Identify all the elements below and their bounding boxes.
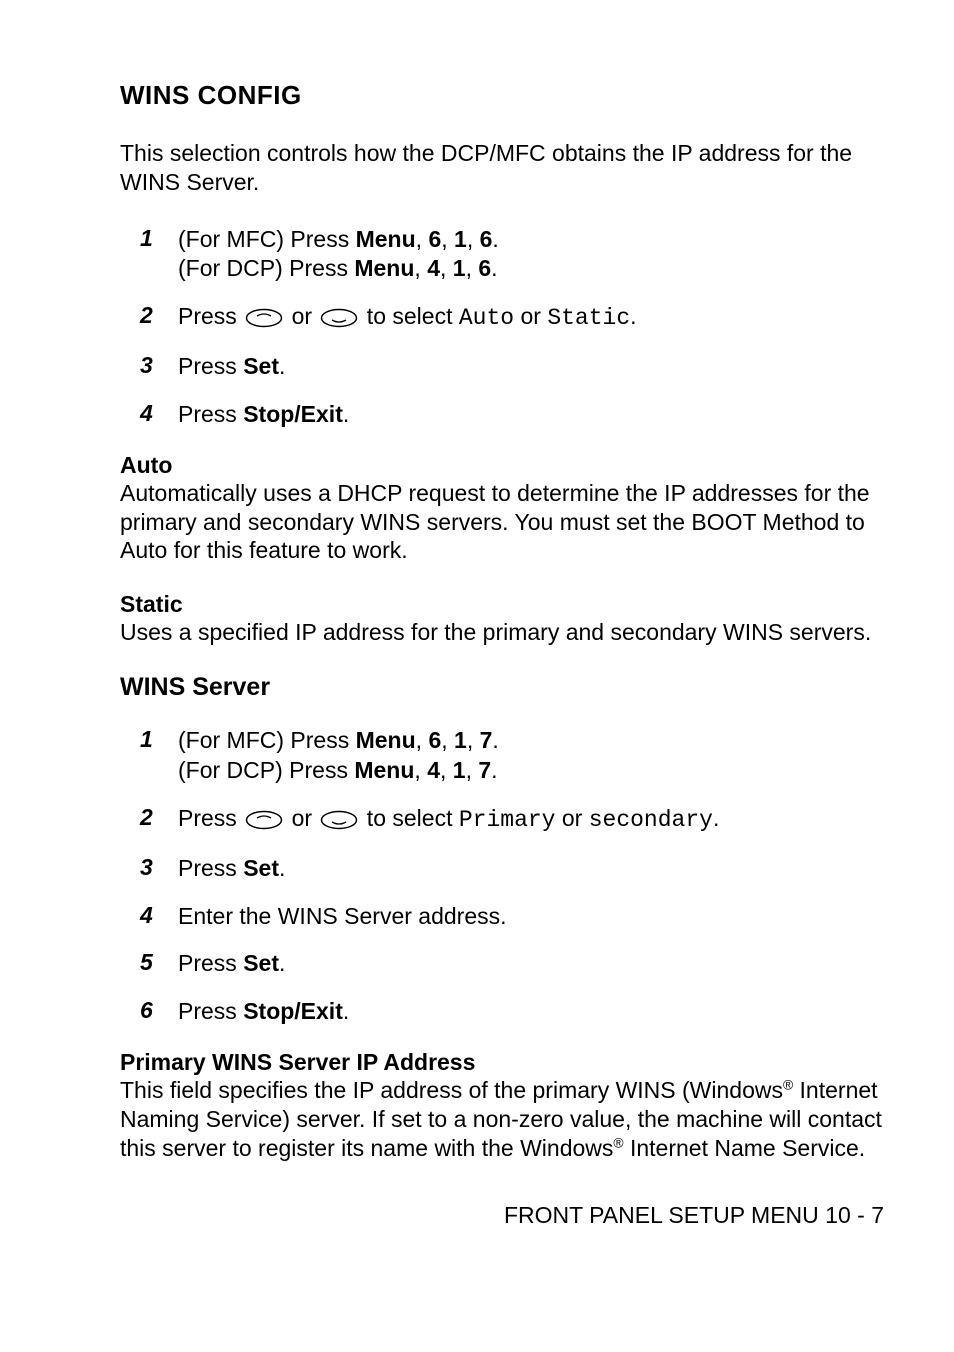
oval-button-icon — [245, 308, 283, 328]
subhead-primary-wins: Primary WINS Server IP Address — [120, 1049, 884, 1076]
heading-wins-server: WINS Server — [120, 673, 884, 702]
step-item: 3 Press Set. — [120, 352, 884, 382]
step-number: 1 — [120, 225, 178, 252]
desc-primary-wins: This field specifies the IP address of t… — [120, 1076, 884, 1162]
step-item: 1 (For MFC) Press Menu, 6, 1, 6.(For DCP… — [120, 225, 884, 285]
step-item: 3 Press Set. — [120, 854, 884, 884]
step-number: 3 — [120, 854, 178, 881]
subhead-auto: Auto — [120, 452, 884, 479]
heading-wins-config: WINS CONFIG — [120, 80, 884, 111]
step-number: 4 — [120, 400, 178, 427]
step-item: 2 Press or to select Primary or secondar… — [120, 804, 884, 836]
step-number: 1 — [120, 726, 178, 753]
subhead-static: Static — [120, 591, 884, 618]
step-text: Press Stop/Exit. — [178, 400, 884, 430]
step-number: 5 — [120, 949, 178, 976]
step-text: Press or to select Primary or secondary. — [178, 804, 884, 836]
step-text: Press Stop/Exit. — [178, 997, 884, 1027]
step-text: Press or to select Auto or Static. — [178, 302, 884, 334]
step-number: 2 — [120, 302, 178, 329]
desc-auto: Automatically uses a DHCP request to det… — [120, 479, 884, 565]
step-item: 6 Press Stop/Exit. — [120, 997, 884, 1027]
steps-list-2: 1 (For MFC) Press Menu, 6, 1, 7.(For DCP… — [120, 726, 884, 1027]
intro-paragraph: This selection controls how the DCP/MFC … — [120, 139, 884, 197]
step-text: Press Set. — [178, 352, 884, 382]
page-footer: FRONT PANEL SETUP MENU 10 - 7 — [120, 1202, 884, 1229]
step-item: 1 (For MFC) Press Menu, 6, 1, 7.(For DCP… — [120, 726, 884, 786]
step-item: 4 Enter the WINS Server address. — [120, 902, 884, 932]
step-item: 5 Press Set. — [120, 949, 884, 979]
step-text: Enter the WINS Server address. — [178, 902, 884, 932]
oval-button-icon — [320, 810, 358, 830]
step-text: Press Set. — [178, 949, 884, 979]
oval-button-icon — [320, 308, 358, 328]
step-number: 4 — [120, 902, 178, 929]
desc-static: Uses a specified IP address for the prim… — [120, 618, 884, 647]
step-text: (For MFC) Press Menu, 6, 1, 6.(For DCP) … — [178, 225, 884, 285]
step-number: 3 — [120, 352, 178, 379]
step-item: 2 Press or to select Auto or Static. — [120, 302, 884, 334]
oval-button-icon — [245, 810, 283, 830]
step-item: 4 Press Stop/Exit. — [120, 400, 884, 430]
step-number: 6 — [120, 997, 178, 1024]
document-page: WINS CONFIG This selection controls how … — [0, 0, 954, 1289]
step-text: Press Set. — [178, 854, 884, 884]
step-text: (For MFC) Press Menu, 6, 1, 7.(For DCP) … — [178, 726, 884, 786]
step-number: 2 — [120, 804, 178, 831]
steps-list-1: 1 (For MFC) Press Menu, 6, 1, 6.(For DCP… — [120, 225, 884, 430]
